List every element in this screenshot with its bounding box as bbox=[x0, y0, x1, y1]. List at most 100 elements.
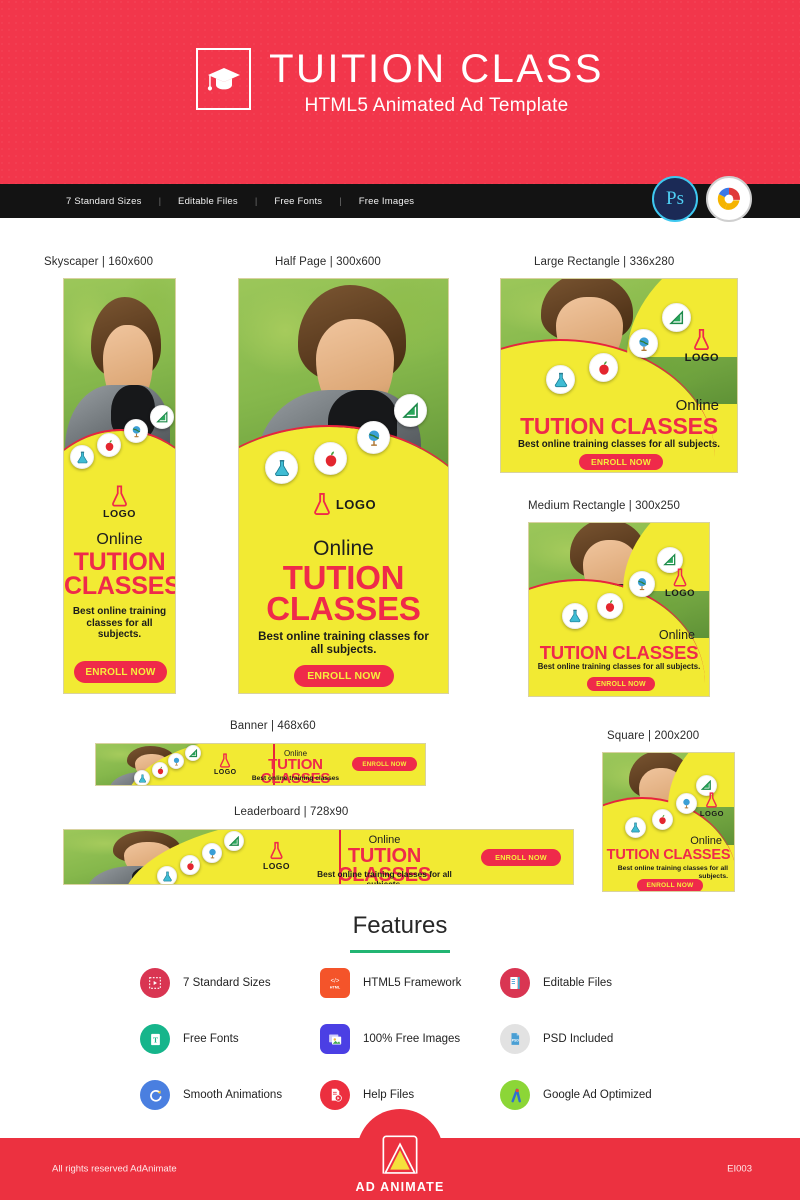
flask-logo-icon bbox=[270, 841, 283, 860]
flask-logo-icon bbox=[706, 792, 718, 808]
flask-icon bbox=[157, 866, 177, 884]
strip-item-fonts: Free Fonts bbox=[274, 195, 323, 207]
svg-text:HTML: HTML bbox=[330, 985, 341, 989]
ad-headline-1: TUTION bbox=[282, 559, 405, 596]
feature-item-html5: </> HTML HTML5 Framework bbox=[320, 968, 500, 998]
enroll-now-button[interactable]: ENROLL NOW bbox=[352, 757, 417, 771]
enroll-now-button[interactable]: ENROLL NOW bbox=[294, 665, 394, 687]
google-web-designer-icon bbox=[706, 176, 752, 222]
ad-description: Best online training classes for all sub… bbox=[518, 439, 720, 450]
flask-logo-icon bbox=[694, 329, 710, 350]
feature-label: Editable Files bbox=[543, 977, 613, 989]
ad-logo: LOGO bbox=[665, 567, 695, 599]
ad-square[interactable]: LOGO Online TUTION CLASSES Best online t… bbox=[602, 752, 735, 892]
footer-code: EI003 bbox=[727, 1163, 752, 1175]
flask-icon bbox=[70, 445, 94, 469]
ad-large-rectangle[interactable]: LOGO Online TUTION CLASSES Best online t… bbox=[500, 278, 738, 473]
feature-label: Help Files bbox=[363, 1089, 415, 1101]
svg-text:PSD: PSD bbox=[512, 1038, 520, 1042]
ad-logo-text: LOGO bbox=[684, 352, 719, 364]
ad-skyscraper[interactable]: LOGO Online TUTION CLASSES Best online t… bbox=[63, 278, 176, 694]
ad-logo: LOGO bbox=[239, 491, 448, 517]
flask-logo-icon bbox=[314, 493, 330, 515]
ad-logo: LOGO bbox=[700, 791, 724, 818]
ad-online-text: Online bbox=[675, 397, 719, 414]
flask-icon bbox=[134, 770, 150, 785]
ad-headline: TUTION CLASSES bbox=[539, 642, 699, 663]
help-icon bbox=[320, 1080, 350, 1110]
adanimate-logo-icon bbox=[377, 1130, 424, 1176]
features-divider bbox=[350, 950, 450, 953]
editable-icon bbox=[500, 968, 530, 998]
strip-separator: | bbox=[339, 195, 342, 207]
enroll-now-button[interactable]: ENROLL NOW bbox=[579, 454, 663, 470]
feature-strip-list: 7 Standard Sizes | Editable Files | Free… bbox=[66, 196, 414, 207]
features-title: Features bbox=[352, 912, 448, 939]
feature-item-psd: PSD PSD Included bbox=[500, 1024, 680, 1054]
label-skyscraper: Skyscaper | 160x600 bbox=[44, 256, 154, 268]
label-banner: Banner | 468x60 bbox=[230, 720, 316, 732]
ad-online-text: Online bbox=[690, 835, 722, 847]
apple-icon bbox=[652, 809, 673, 830]
ad-leaderboard[interactable]: LOGO Online TUTION CLASSES Best online t… bbox=[63, 829, 574, 885]
apple-icon bbox=[180, 855, 200, 875]
psd-icon: PSD bbox=[500, 1024, 530, 1054]
enroll-now-button[interactable]: ENROLL NOW bbox=[74, 661, 167, 683]
ad-medium-rectangle[interactable]: LOGO Online TUTION CLASSES Best online t… bbox=[528, 522, 710, 697]
label-large-rectangle: Large Rectangle | 336x280 bbox=[534, 256, 675, 268]
ruler-triangle-icon bbox=[185, 745, 201, 761]
feature-item-animations: Smooth Animations bbox=[140, 1080, 320, 1110]
ad-online-text: Online bbox=[658, 628, 695, 642]
svg-text:</>: </> bbox=[331, 978, 340, 984]
animation-icon bbox=[140, 1080, 170, 1110]
hero-banner: TUITION CLASS HTML5 Animated Ad Template bbox=[0, 0, 800, 184]
sizes-icon bbox=[140, 968, 170, 998]
ad-logo-text: LOGO bbox=[214, 769, 237, 776]
ad-description: Best online training classes for all sub… bbox=[258, 631, 429, 657]
graduation-cap-icon bbox=[196, 48, 252, 110]
globe-icon bbox=[629, 329, 658, 358]
features-grid: 7 Standard Sizes </> HTML HTML5 Framework… bbox=[140, 968, 680, 1110]
strip-item-editable: Editable Files bbox=[178, 195, 238, 207]
ad-logo: LOGO bbox=[64, 484, 175, 520]
ad-banner[interactable]: LOGO Online TUTION CLASSES Best online t… bbox=[95, 743, 426, 786]
ad-description: Best online training classes for all sub… bbox=[317, 869, 452, 885]
ad-logo-text: LOGO bbox=[699, 809, 724, 818]
flask-icon bbox=[546, 365, 575, 394]
enroll-now-button[interactable]: ENROLL NOW bbox=[637, 879, 703, 891]
label-half-page: Half Page | 300x600 bbox=[275, 256, 381, 268]
strip-item-sizes: 7 Standard Sizes bbox=[66, 195, 142, 207]
globe-icon bbox=[202, 843, 222, 863]
ad-logo-text: LOGO bbox=[263, 861, 291, 871]
feature-item-editable: Editable Files bbox=[500, 968, 680, 998]
ad-logo-text: LOGO bbox=[665, 588, 695, 599]
ad-description: Best online training classes for all sub… bbox=[537, 662, 701, 671]
google-ads-icon bbox=[500, 1080, 530, 1110]
footer-copyright: All rights reserved AdAnimate bbox=[52, 1163, 177, 1175]
flask-logo-icon bbox=[220, 753, 231, 768]
globe-icon bbox=[168, 753, 184, 769]
ruler-triangle-icon bbox=[224, 831, 244, 851]
feature-label: Free Fonts bbox=[183, 1033, 239, 1045]
feature-strip: 7 Standard Sizes | Editable Files | Free… bbox=[0, 176, 800, 222]
flask-logo-icon bbox=[112, 485, 127, 507]
feature-label: 100% Free Images bbox=[363, 1033, 461, 1045]
label-leaderboard: Leaderboard | 728x90 bbox=[234, 806, 349, 818]
label-medium-rectangle: Medium Rectangle | 300x250 bbox=[528, 500, 680, 512]
poster-root: TUITION CLASS HTML5 Animated Ad Template… bbox=[0, 0, 800, 1200]
ad-online-text: Online bbox=[96, 531, 143, 548]
enroll-now-button[interactable]: ENROLL NOW bbox=[587, 677, 655, 691]
ad-half-page[interactable]: LOGO Online TUTION CLASSES Best online t… bbox=[238, 278, 449, 694]
feature-item-help: Help Files bbox=[320, 1080, 500, 1110]
photoshop-icon: Ps bbox=[652, 176, 698, 222]
enroll-now-button[interactable]: ENROLL NOW bbox=[481, 849, 561, 866]
flask-icon bbox=[625, 817, 646, 838]
feature-label: PSD Included bbox=[543, 1033, 614, 1045]
feature-label: 7 Standard Sizes bbox=[183, 977, 271, 989]
page-subtitle: HTML5 Animated Ad Template bbox=[304, 95, 569, 116]
ruler-triangle-icon bbox=[394, 394, 427, 427]
flask-icon bbox=[265, 451, 298, 484]
apple-icon bbox=[314, 442, 347, 475]
page-title: TUITION CLASS bbox=[269, 47, 604, 91]
ruler-triangle-icon bbox=[150, 405, 174, 429]
